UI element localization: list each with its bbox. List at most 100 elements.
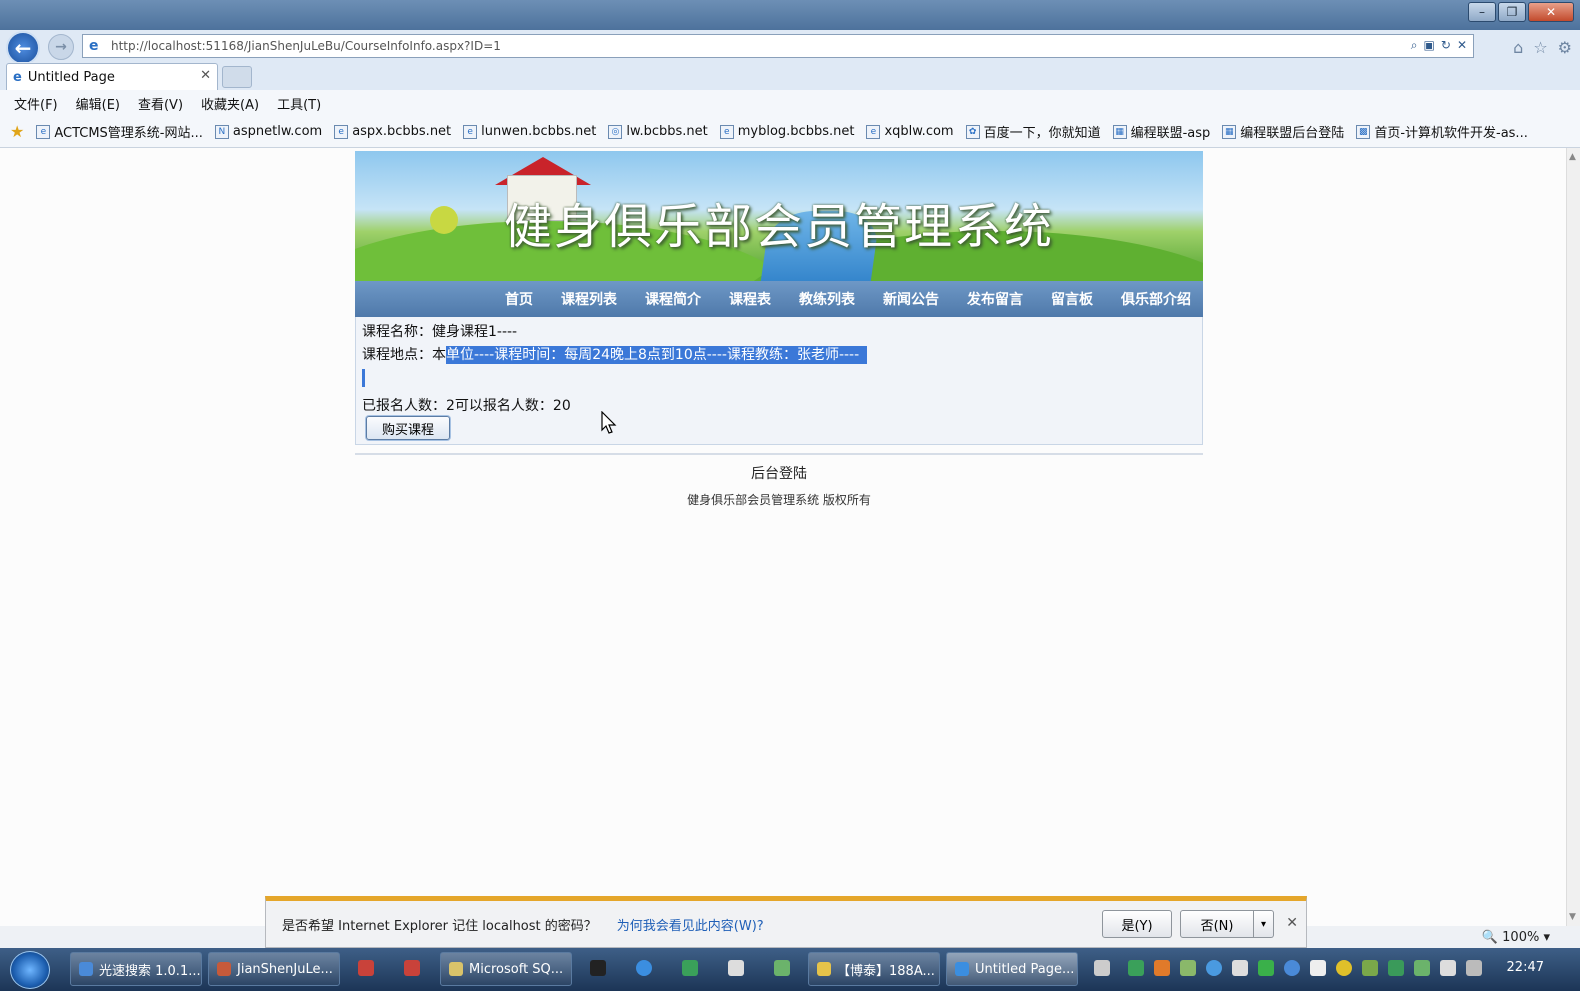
website: 健身俱乐部会员管理系统 首页 课程列表 课程简介 课程表 教练列表 新闻公告 发…	[355, 151, 1203, 508]
tray-icon[interactable]	[1362, 960, 1378, 976]
taskbar-item[interactable]: 【博泰】188A...	[808, 952, 940, 986]
volume-icon[interactable]	[1440, 960, 1456, 976]
visual-studio-icon	[217, 962, 231, 976]
tray-icon[interactable]	[1180, 960, 1196, 976]
keyboard-icon[interactable]	[1094, 960, 1110, 976]
qq-icon[interactable]	[590, 960, 606, 976]
copyright-text: 健身俱乐部会员管理系统 版权所有	[687, 493, 871, 507]
tray-icon[interactable]	[1232, 960, 1248, 976]
minimize-button[interactable]: –	[1468, 2, 1496, 22]
favorite-link[interactable]: e xqblw.com	[866, 124, 954, 139]
why-link[interactable]: 为何我会看见此内容(W)?	[617, 915, 764, 934]
ie-page-icon: e	[89, 38, 99, 54]
tray-icon[interactable]	[1154, 960, 1170, 976]
tray-icon[interactable]	[1258, 960, 1274, 976]
chevron-down-icon[interactable]: ▾	[1254, 910, 1274, 938]
close-window-button[interactable]: ✕	[1528, 2, 1574, 22]
tray-icon[interactable]	[1206, 960, 1222, 976]
close-icon[interactable]: ✕	[1286, 915, 1298, 931]
enroll-count: 已报名人数：2可以报名人数：20	[362, 398, 571, 414]
notification-question: 是否希望 Internet Explorer 记住 localhost 的密码？	[282, 918, 597, 934]
nav-news[interactable]: 新闻公告	[883, 289, 939, 309]
nav-message-board[interactable]: 留言板	[1051, 289, 1093, 309]
taskbar-item[interactable]: Microsoft SQ...	[440, 952, 572, 986]
close-tab-icon[interactable]: ✕	[200, 68, 211, 83]
stop-icon[interactable]: ✕	[1457, 38, 1467, 53]
taskbar-item-active[interactable]: Untitled Page...	[946, 952, 1078, 986]
menu-view[interactable]: 查看(V)	[138, 94, 183, 113]
new-tab-button[interactable]	[222, 66, 252, 88]
favorite-link[interactable]: ▩ 首页-计算机软件开发-as...	[1356, 122, 1528, 141]
paw-icon: ✿	[965, 124, 980, 139]
search-icon[interactable]: ⌕	[1411, 38, 1418, 53]
shield-icon[interactable]	[1388, 960, 1404, 976]
menu-tools[interactable]: 工具(T)	[277, 94, 321, 113]
favorites-star-icon[interactable]: ★	[10, 122, 24, 141]
vertical-scrollbar[interactable]: ▲ ▼	[1566, 148, 1580, 926]
page-icon: e	[463, 124, 478, 139]
favorite-link[interactable]: ▦ 编程联盟-asp	[1112, 122, 1210, 141]
tab-row: e Untitled Page ✕	[0, 62, 1580, 90]
back-button[interactable]: ←	[6, 31, 40, 65]
buy-course-button[interactable]: 购买课程	[366, 416, 450, 440]
tray-icon[interactable]	[1128, 960, 1144, 976]
favorite-link[interactable]: ▦ 编程联盟后台登陆	[1222, 122, 1344, 141]
taskbar-item[interactable]: JianShenJuLe...	[208, 952, 340, 986]
nav-post-message[interactable]: 发布留言	[967, 289, 1023, 309]
menu-bar: 文件(F) 编辑(E) 查看(V) 收藏夹(A) 工具(T)	[0, 90, 1580, 116]
network-icon[interactable]	[1466, 960, 1482, 976]
folder-icon	[817, 962, 831, 976]
app-icon[interactable]	[728, 960, 744, 976]
app-icon[interactable]	[404, 960, 420, 976]
page-icon: N	[214, 124, 229, 139]
address-bar[interactable]: e http://localhost:51168/JianShenJuLeBu/…	[82, 34, 1474, 58]
favorite-link[interactable]: e myblog.bcbbs.net	[719, 124, 854, 139]
ie-tab-icon: e	[13, 69, 22, 85]
tray-icon[interactable]	[1414, 960, 1430, 976]
gear-icon[interactable]: ⚙	[1558, 38, 1572, 57]
menu-edit[interactable]: 编辑(E)	[76, 94, 120, 113]
tray-icon[interactable]	[1284, 960, 1300, 976]
favorites-star-icon[interactable]: ☆	[1533, 38, 1547, 57]
taskbar: 光速搜索 1.0.1... JianShenJuLe... Microsoft …	[0, 948, 1580, 991]
browser-tab[interactable]: e Untitled Page ✕	[6, 63, 218, 90]
tray-icon[interactable]	[1336, 960, 1352, 976]
refresh-icon[interactable]: ↻	[1441, 38, 1451, 53]
taskbar-item[interactable]: 光速搜索 1.0.1...	[70, 952, 202, 986]
nav-course-intro[interactable]: 课程简介	[645, 289, 701, 309]
favorite-link[interactable]: e lunwen.bcbbs.net	[463, 124, 596, 139]
scroll-down-icon[interactable]: ▼	[1569, 912, 1576, 922]
favorite-link[interactable]: e ACTCMS管理系统-网站...	[36, 122, 203, 141]
yes-button[interactable]: 是(Y)	[1102, 910, 1172, 938]
favorite-link[interactable]: e aspx.bcbbs.net	[334, 124, 451, 139]
forward-button[interactable]: →	[48, 34, 74, 60]
menu-favorites[interactable]: 收藏夹(A)	[201, 94, 259, 113]
favorites-bar: ★ e ACTCMS管理系统-网站... Naspnetlw.com e aspx.…	[0, 116, 1580, 148]
maximize-button[interactable]: ❐	[1498, 2, 1526, 22]
admin-login-link[interactable]: 后台登陆	[355, 463, 1203, 483]
compat-view-icon[interactable]: ▣	[1424, 38, 1435, 53]
scroll-up-icon[interactable]: ▲	[1569, 152, 1576, 162]
site-banner: 健身俱乐部会员管理系统	[355, 151, 1203, 281]
favorite-link[interactable]: ✿ 百度一下，你就知道	[965, 122, 1101, 141]
clock[interactable]: 22:47	[1507, 960, 1544, 975]
tray-icon[interactable]	[1310, 960, 1326, 976]
app-icon[interactable]	[682, 960, 698, 976]
selection-continuation	[362, 369, 365, 387]
browser-icon[interactable]	[636, 960, 652, 976]
app-icon[interactable]	[358, 960, 374, 976]
nav-course-list[interactable]: 课程列表	[561, 289, 617, 309]
nav-club-intro[interactable]: 俱乐部介绍	[1121, 289, 1191, 309]
nav-schedule[interactable]: 课程表	[729, 289, 771, 309]
app-icon[interactable]	[774, 960, 790, 976]
nav-coach-list[interactable]: 教练列表	[799, 289, 855, 309]
ie-icon	[955, 962, 969, 976]
favorite-link[interactable]: ◎ lw.bcbbs.net	[608, 124, 708, 139]
menu-file[interactable]: 文件(F)	[14, 94, 58, 113]
start-button[interactable]	[10, 951, 50, 989]
nav-home[interactable]: 首页	[505, 289, 533, 309]
zoom-level[interactable]: 🔍 100% ▾	[1482, 930, 1550, 945]
no-button[interactable]: 否(N)	[1180, 910, 1254, 938]
home-icon[interactable]: ⌂	[1513, 38, 1523, 57]
favorite-link[interactable]: Naspnetlw.com	[214, 124, 322, 139]
